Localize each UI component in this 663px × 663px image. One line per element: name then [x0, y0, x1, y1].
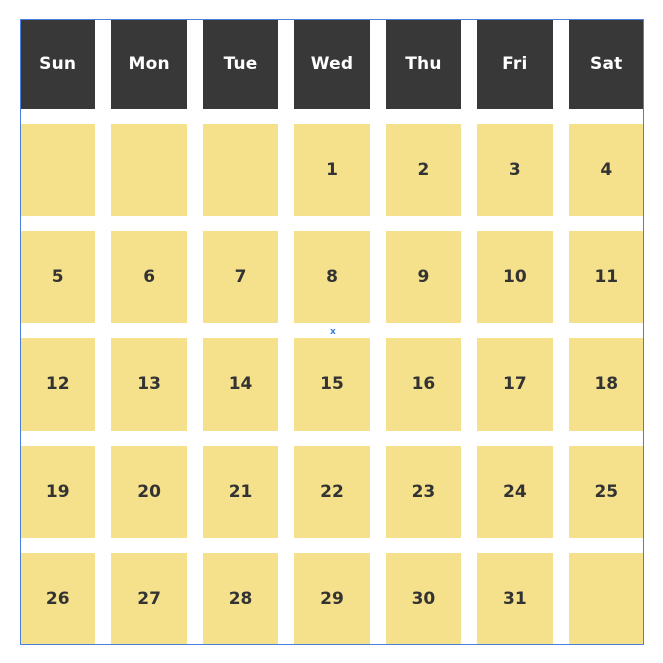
day-cell[interactable]: [111, 124, 187, 217]
weekday-header-label: Mon: [128, 54, 170, 74]
weekday-header-sat: Sat: [568, 19, 644, 109]
day-cell[interactable]: 6: [111, 231, 187, 324]
day-cell[interactable]: 19: [20, 445, 96, 538]
day-number: 2: [417, 160, 430, 181]
day-number: 5: [51, 267, 64, 288]
weekday-header-mon: Mon: [111, 19, 187, 109]
weekday-header-thu: Thu: [385, 19, 462, 109]
day-number: 17: [503, 374, 527, 395]
day-cell[interactable]: 22: [294, 445, 370, 538]
day-number: 24: [503, 481, 527, 502]
weekday-header-sun: Sun: [20, 19, 96, 109]
day-cell[interactable]: 30: [385, 552, 462, 645]
day-number: 26: [45, 588, 70, 609]
day-number: 20: [137, 481, 161, 502]
day-cell[interactable]: 4: [568, 124, 644, 217]
day-number: 28: [228, 588, 253, 609]
day-number: 29: [320, 588, 344, 609]
day-cell[interactable]: [202, 124, 279, 217]
day-cell[interactable]: 12: [20, 338, 96, 431]
day-number: 13: [137, 374, 161, 395]
day-number: 10: [503, 267, 527, 288]
day-cell[interactable]: [20, 124, 96, 217]
day-number: 4: [600, 160, 613, 181]
day-cell[interactable]: 5: [20, 231, 96, 324]
day-number: 21: [228, 481, 253, 502]
day-number: 22: [320, 481, 344, 502]
day-cell[interactable]: 17: [477, 338, 553, 431]
day-number: 3: [508, 160, 521, 181]
day-cell[interactable]: 16: [385, 338, 462, 431]
day-cell[interactable]: 26: [20, 552, 96, 645]
weekday-header-label: Tue: [223, 54, 258, 74]
day-number: 11: [594, 267, 619, 288]
weekday-header-label: Wed: [310, 54, 354, 74]
day-cell[interactable]: 21: [202, 445, 279, 538]
day-number: 19: [45, 481, 70, 502]
day-cell[interactable]: 9: [385, 231, 462, 324]
day-number: 15: [320, 374, 344, 395]
day-cell[interactable]: 23: [385, 445, 462, 538]
day-cell[interactable]: 31: [477, 552, 553, 645]
day-cell[interactable]: 14: [202, 338, 279, 431]
day-number: 8: [326, 267, 338, 288]
day-cell[interactable]: 25: [568, 445, 644, 538]
day-cell[interactable]: 3: [477, 124, 553, 217]
day-cell[interactable]: 20: [111, 445, 187, 538]
day-cell[interactable]: [568, 552, 644, 645]
day-cell[interactable]: 10: [477, 231, 553, 324]
day-number: 27: [137, 588, 161, 609]
day-cell[interactable]: 24: [477, 445, 553, 538]
day-number: 18: [594, 374, 619, 395]
weekday-header-label: Sat: [590, 54, 623, 74]
day-number: 14: [228, 374, 253, 395]
day-cell[interactable]: 18: [568, 338, 644, 431]
day-number: 31: [503, 588, 527, 609]
month-calendar: Sun Mon Tue Wed Thu Fri Sat 1 2 3 4 5 6 …: [0, 0, 663, 663]
day-number: 16: [411, 374, 436, 395]
day-cell[interactable]: 13: [111, 338, 187, 431]
day-cell[interactable]: 1: [294, 124, 370, 217]
day-cell[interactable]: 2: [385, 124, 462, 217]
day-cell[interactable]: 7: [202, 231, 279, 324]
day-cell[interactable]: 27: [111, 552, 187, 645]
day-cell[interactable]: 8: [294, 231, 370, 324]
day-cell[interactable]: 11: [568, 231, 644, 324]
day-number: 1: [326, 160, 338, 181]
day-number: 7: [234, 267, 247, 288]
day-number: 9: [417, 267, 430, 288]
weekday-header-label: Thu: [405, 54, 442, 74]
weekday-header-label: Sun: [39, 54, 77, 74]
day-cell[interactable]: 29: [294, 552, 370, 645]
weekday-header-wed: Wed: [294, 19, 370, 109]
day-cell[interactable]: 28: [202, 552, 279, 645]
close-icon[interactable]: x: [330, 328, 336, 337]
weekday-header-tue: Tue: [202, 19, 279, 109]
day-number: 23: [411, 481, 436, 502]
day-number: 25: [594, 481, 619, 502]
day-cell[interactable]: 15: [294, 338, 370, 431]
day-number: 6: [143, 267, 156, 288]
weekday-header-label: Fri: [502, 54, 528, 74]
weekday-header-fri: Fri: [477, 19, 553, 109]
day-number: 30: [411, 588, 436, 609]
day-number: 12: [45, 374, 70, 395]
